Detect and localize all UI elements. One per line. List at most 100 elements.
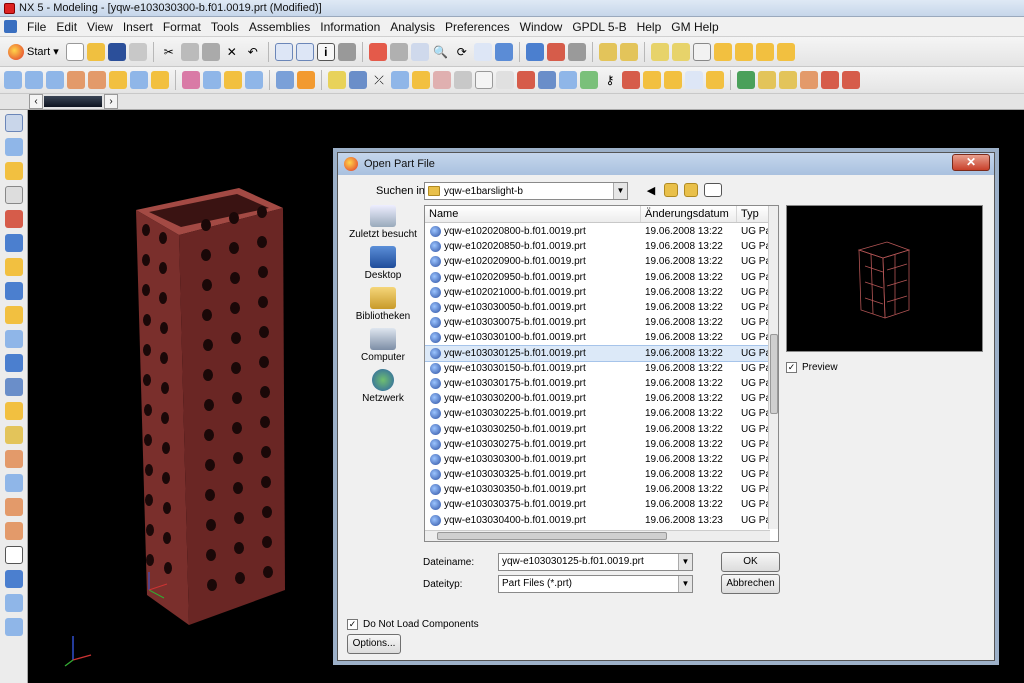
- wrench-icon[interactable]: [4, 522, 23, 540]
- file-row[interactable]: yqw-e103030100-b.f01.0019.prt 19.06.2008 …: [425, 330, 771, 345]
- subtract-icon[interactable]: [297, 71, 315, 89]
- file-row[interactable]: yqw-e103030050-b.f01.0019.prt 19.06.2008 …: [425, 300, 771, 315]
- menu-window[interactable]: Window: [520, 20, 563, 34]
- zoom-window-icon[interactable]: [389, 42, 408, 61]
- dimension-icon[interactable]: [842, 71, 860, 89]
- menu-gpdl[interactable]: GPDL 5-B: [572, 20, 626, 34]
- file-row[interactable]: yqw-e102020800-b.f01.0019.prt 19.06.2008 …: [425, 224, 771, 239]
- offset-icon[interactable]: [475, 71, 493, 89]
- file-row[interactable]: yqw-e103030225-b.f01.0019.prt 19.06.2008 …: [425, 406, 771, 421]
- menu-edit[interactable]: Edit: [56, 20, 77, 34]
- slot-icon[interactable]: [151, 71, 169, 89]
- part-navigator-icon[interactable]: [4, 162, 23, 180]
- show-hide-icon[interactable]: [337, 42, 356, 61]
- file-row[interactable]: yqw-e103030150-b.f01.0019.prt 19.06.2008 …: [425, 361, 771, 376]
- paste-icon[interactable]: [201, 42, 220, 61]
- mirror-icon[interactable]: [433, 71, 451, 89]
- horizontal-scrollbar[interactable]: [425, 530, 770, 541]
- menu-help[interactable]: Help: [637, 20, 662, 34]
- sweep-icon[interactable]: [46, 71, 64, 89]
- menu-tools[interactable]: Tools: [211, 20, 239, 34]
- filename-combo[interactable]: yqw-e103030125-b.f01.0019.prt ▼: [498, 553, 693, 571]
- extrude-icon[interactable]: [4, 71, 22, 89]
- preview-checkbox[interactable]: ✓ Preview: [786, 362, 838, 373]
- gear-icon[interactable]: [776, 42, 795, 61]
- face-icon[interactable]: [664, 71, 682, 89]
- options-button[interactable]: Options...: [347, 634, 401, 654]
- file-row[interactable]: yqw-e103030350-b.f01.0019.prt 19.06.2008 …: [425, 482, 771, 497]
- shaded-icon[interactable]: [525, 42, 544, 61]
- menu-file[interactable]: File: [27, 20, 46, 34]
- file-row[interactable]: yqw-e102020950-b.f01.0019.prt 19.06.2008 …: [425, 270, 771, 285]
- chevron-left-icon[interactable]: ‹: [29, 94, 43, 109]
- history-palette-icon[interactable]: [4, 474, 23, 492]
- fit-icon[interactable]: [368, 42, 387, 61]
- chamfer-icon[interactable]: [203, 71, 221, 89]
- drafting-icon[interactable]: [671, 42, 690, 61]
- number-icon[interactable]: [517, 71, 535, 89]
- chevron-down-icon[interactable]: ▼: [678, 554, 692, 570]
- manufacturing-wizards-icon[interactable]: [4, 402, 23, 420]
- place-desktop[interactable]: Desktop: [346, 246, 420, 287]
- column-type[interactable]: Typ: [737, 206, 771, 222]
- move-face-icon[interactable]: [758, 71, 776, 89]
- cut-icon[interactable]: ✂: [160, 43, 178, 61]
- file-row[interactable]: yqw-e102020850-b.f01.0019.prt 19.06.2008 …: [425, 239, 771, 254]
- menu-insert[interactable]: Insert: [123, 20, 153, 34]
- measure-distance-icon[interactable]: [598, 42, 617, 61]
- file-row[interactable]: yqw-e103030400-b.f01.0019.prt 19.06.2008 …: [425, 513, 771, 528]
- undo-icon[interactable]: ↶: [244, 43, 262, 61]
- menu-assemblies[interactable]: Assemblies: [249, 20, 310, 34]
- constraint-icon[interactable]: [821, 71, 839, 89]
- nxs-icon[interactable]: [4, 210, 23, 228]
- place-recent[interactable]: Zuletzt besucht: [346, 205, 420, 246]
- point-icon[interactable]: [328, 71, 346, 89]
- place-computer[interactable]: Computer: [346, 328, 420, 369]
- nx-menu-icon[interactable]: [4, 20, 17, 33]
- up-folder-icon[interactable]: [664, 183, 678, 197]
- cube-icon[interactable]: [4, 234, 23, 252]
- place-network[interactable]: Netzwerk: [346, 369, 420, 410]
- tube-icon[interactable]: [559, 71, 577, 89]
- tools-palette-icon[interactable]: [4, 498, 23, 516]
- history-icon[interactable]: [4, 258, 23, 276]
- process-studio-icon[interactable]: [4, 354, 23, 372]
- blend-icon[interactable]: [182, 71, 200, 89]
- hd3d-icon[interactable]: [4, 426, 23, 444]
- view-triad-icon[interactable]: [546, 42, 565, 61]
- unite-icon[interactable]: [276, 71, 294, 89]
- split-icon[interactable]: [412, 71, 430, 89]
- chevron-down-icon[interactable]: ▼: [678, 576, 692, 592]
- file-list[interactable]: Name Änderungsdatum Typ yqw-e102020800-b…: [424, 205, 779, 542]
- replace-face-icon[interactable]: [779, 71, 797, 89]
- assembly-navigator-icon[interactable]: [4, 114, 23, 132]
- view-menu-icon[interactable]: [704, 183, 722, 197]
- chevron-down-icon[interactable]: ▼: [613, 183, 627, 199]
- zoom-in-out-icon[interactable]: 🔍: [432, 43, 450, 61]
- cone-icon[interactable]: [4, 618, 23, 636]
- reuse-library-icon[interactable]: [4, 186, 23, 204]
- menu-information[interactable]: Information: [320, 20, 380, 34]
- datum-axis-icon[interactable]: ⤫: [370, 71, 388, 89]
- tag-icon[interactable]: [622, 71, 640, 89]
- print-icon[interactable]: [128, 42, 147, 61]
- synchronous-icon[interactable]: [737, 71, 755, 89]
- file-row[interactable]: yqw-e103030250-b.f01.0019.prt 19.06.2008 …: [425, 421, 771, 436]
- place-libraries[interactable]: Bibliotheken: [346, 287, 420, 328]
- system-scenes-icon[interactable]: [4, 306, 23, 324]
- zoom-icon[interactable]: [410, 42, 429, 61]
- filetype-combo[interactable]: Part Files (*.prt) ▼: [498, 575, 693, 593]
- file-row[interactable]: yqw-e103030075-b.f01.0019.prt 19.06.2008 …: [425, 315, 771, 330]
- key-icon[interactable]: ⚷: [601, 71, 619, 89]
- file-row[interactable]: yqw-e103030175-b.f01.0019.prt 19.06.2008 …: [425, 376, 771, 391]
- measure-angle-icon[interactable]: [619, 42, 638, 61]
- render-style-icon[interactable]: [567, 42, 586, 61]
- scale-icon[interactable]: [496, 71, 514, 89]
- revolve-icon[interactable]: [25, 71, 43, 89]
- solid-cube-icon[interactable]: [4, 570, 23, 588]
- constraint-navigator-icon[interactable]: [4, 138, 23, 156]
- sketch-icon[interactable]: [650, 42, 669, 61]
- thread-icon[interactable]: [580, 71, 598, 89]
- file-row[interactable]: yqw-e103030375-b.f01.0019.prt 19.06.2008 …: [425, 497, 771, 512]
- column-name[interactable]: Name: [425, 206, 641, 222]
